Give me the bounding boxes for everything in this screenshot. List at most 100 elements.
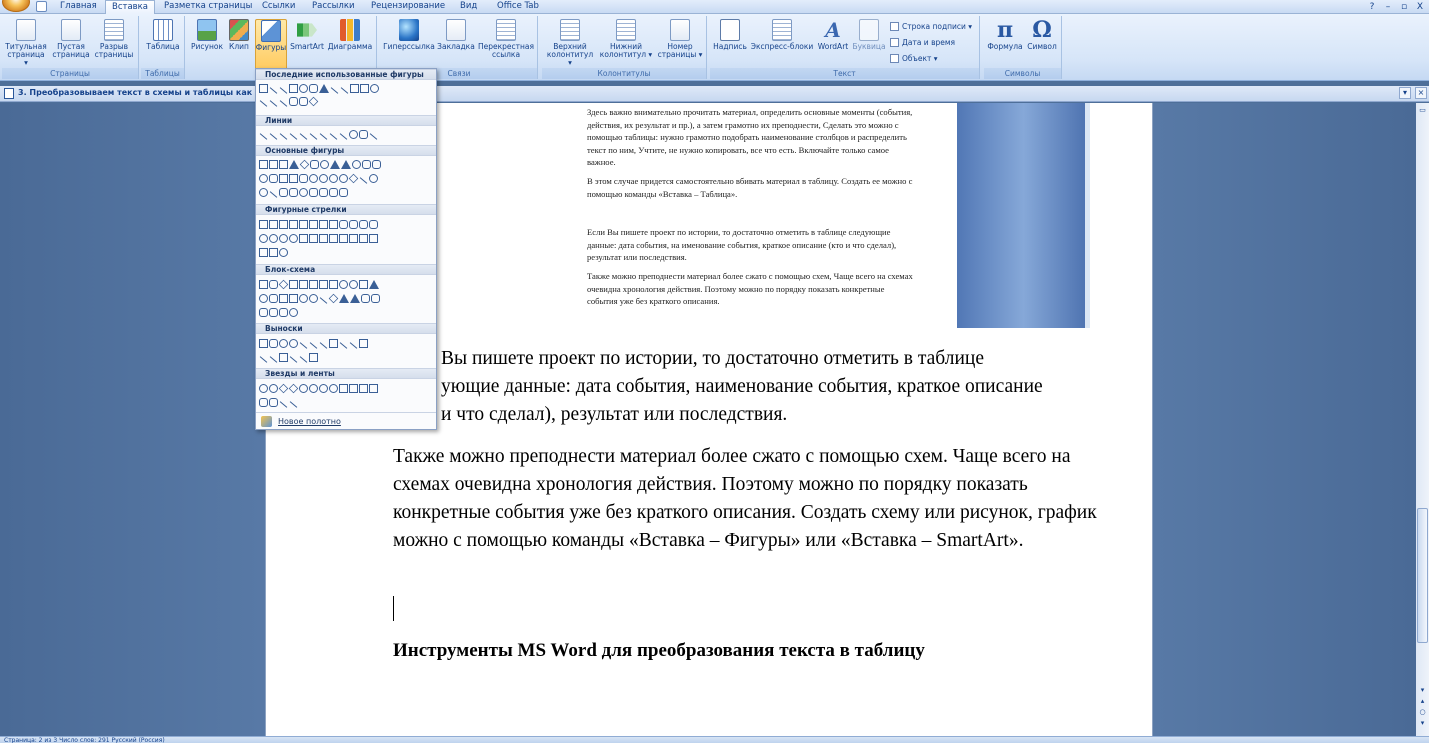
parallelogram-shape-icon[interactable] xyxy=(279,160,288,169)
bracket-pair-shape-icon[interactable] xyxy=(279,188,288,197)
plaque-shape-icon[interactable] xyxy=(299,188,308,197)
restore-icon[interactable]: ▫ xyxy=(1399,2,1409,12)
hexagon-shape-icon[interactable] xyxy=(352,160,361,169)
up-arrow-shape-icon[interactable] xyxy=(279,220,288,229)
notched-right-arrow-shape-icon[interactable] xyxy=(309,234,318,243)
elbow-double-arrow-shape-icon[interactable] xyxy=(309,133,318,140)
flowchart-decision-shape-icon[interactable] xyxy=(278,279,289,290)
textbox-shape-icon[interactable] xyxy=(259,160,268,169)
brace-pair-shape-icon[interactable] xyxy=(289,188,298,197)
line-callout-2-no-border-shape-icon[interactable] xyxy=(259,356,268,363)
oval-callout-shape-icon[interactable] xyxy=(279,339,288,348)
arrow-shape-icon[interactable] xyxy=(279,87,288,94)
24-point-star-shape-icon[interactable] xyxy=(319,384,328,393)
triangle-shape-icon[interactable] xyxy=(330,160,340,169)
flowchart-process-shape-icon[interactable] xyxy=(259,280,268,289)
tab-review[interactable]: Рецензирование xyxy=(365,0,451,14)
right-triangle-shape-icon[interactable] xyxy=(341,160,351,169)
explosion-2-shape-icon[interactable] xyxy=(269,384,278,393)
left-right-arrow-shape-icon[interactable] xyxy=(299,220,308,229)
lightning-shape-icon[interactable] xyxy=(359,177,368,184)
curved-up-ribbon-shape-icon[interactable] xyxy=(359,384,368,393)
can-shape-icon[interactable] xyxy=(269,174,278,183)
flowchart-extract-shape-icon[interactable] xyxy=(339,294,349,303)
line-callout-2-border-and-accent-bar-shape-icon[interactable] xyxy=(289,356,298,363)
flowchart-document-shape-icon[interactable] xyxy=(319,280,328,289)
shapes-button[interactable]: Фигуры xyxy=(255,19,287,75)
up-ribbon-shape-icon[interactable] xyxy=(339,384,348,393)
down-arrow-callout-shape-icon[interactable] xyxy=(349,234,358,243)
right-arrow-shape-icon[interactable] xyxy=(350,84,359,93)
rectangular-callout-shape-icon[interactable] xyxy=(259,339,268,348)
block-arc-shape-icon[interactable] xyxy=(339,174,348,183)
document-tab[interactable]: 3. Преобразовываем текст в схемы и табли… xyxy=(18,88,252,97)
freeform-shape-icon[interactable] xyxy=(359,130,368,139)
left-right-arrow-callout-shape-icon[interactable] xyxy=(359,234,368,243)
32-point-star-shape-icon[interactable] xyxy=(329,384,338,393)
signature-line-button[interactable]: Строка подписи ▾ xyxy=(890,22,972,31)
right-bracket-shape-icon[interactable] xyxy=(319,188,328,197)
oval-shape-icon[interactable] xyxy=(299,84,308,93)
no-symbol-shape-icon[interactable] xyxy=(329,174,338,183)
down-arrow-shape-icon[interactable] xyxy=(360,84,369,93)
line-callout-3-border-and-accent-bar-shape-icon[interactable] xyxy=(299,356,308,363)
footer-button[interactable]: Нижний колонтитул ▾ xyxy=(598,19,654,59)
line-callout-1-accent-bar-shape-icon[interactable] xyxy=(329,339,338,348)
help-icon[interactable]: ? xyxy=(1367,2,1377,12)
double-arrow-shape-icon[interactable] xyxy=(279,133,288,140)
flowchart-terminator-shape-icon[interactable] xyxy=(339,280,348,289)
sun-shape-icon[interactable] xyxy=(369,174,378,183)
curved-down-ribbon-shape-icon[interactable] xyxy=(369,384,378,393)
pentagon-arrow-shape-icon[interactable] xyxy=(319,234,328,243)
right-brace-shape-icon[interactable] xyxy=(299,97,308,106)
rectangle-shape-icon[interactable] xyxy=(289,84,298,93)
vertical-scroll-shape-icon[interactable] xyxy=(259,398,268,407)
flowchart-collate-shape-icon[interactable] xyxy=(319,297,328,304)
left-brace-shape-icon[interactable] xyxy=(329,188,338,197)
diamond-shape-icon[interactable] xyxy=(299,159,310,170)
bent-arrow-shape-icon[interactable] xyxy=(339,220,348,229)
plus-shape-icon[interactable] xyxy=(372,160,381,169)
circular-arrow-shape-icon[interactable] xyxy=(279,248,288,257)
flowchart-offpage-connector-shape-icon[interactable] xyxy=(269,294,278,303)
flowchart-internal-storage-shape-icon[interactable] xyxy=(309,280,318,289)
flowchart-merge-shape-icon[interactable] xyxy=(350,294,360,303)
arrow-shape-icon[interactable] xyxy=(269,133,278,140)
line-shape-icon[interactable] xyxy=(279,100,288,107)
elbow-arrow-shape-icon[interactable] xyxy=(299,133,308,140)
flowchart-alternate-process-shape-icon[interactable] xyxy=(269,280,278,289)
16-point-star-shape-icon[interactable] xyxy=(309,384,318,393)
quick-access-save-icon[interactable] xyxy=(36,1,47,12)
bent-up-arrow-shape-icon[interactable] xyxy=(369,220,378,229)
triangle-shape-icon[interactable] xyxy=(319,84,329,93)
textbox-shape-icon[interactable] xyxy=(259,84,268,93)
tab-view[interactable]: Вид xyxy=(454,0,483,14)
smiley-shape-icon[interactable] xyxy=(309,174,318,183)
tab-references[interactable]: Ссылки xyxy=(256,0,301,14)
cloud-callout-shape-icon[interactable] xyxy=(289,339,298,348)
quad-arrow-callout-shape-icon[interactable] xyxy=(259,248,268,257)
table-button[interactable]: Таблица xyxy=(144,19,182,51)
elbow-connector-shape-icon[interactable] xyxy=(330,87,339,94)
curved-up-arrow-shape-icon[interactable] xyxy=(279,234,288,243)
ruler-toggle-icon[interactable]: ▭ xyxy=(1416,106,1429,116)
bookmark-button[interactable]: Закладка xyxy=(437,19,475,51)
curved-connector-shape-icon[interactable] xyxy=(319,133,328,140)
previous-page-icon[interactable]: ▴ xyxy=(1416,697,1429,707)
oval-shape-icon[interactable] xyxy=(320,160,329,169)
flowchart-manual-operation-shape-icon[interactable] xyxy=(369,280,379,289)
flowchart-sequential-storage-shape-icon[interactable] xyxy=(259,308,268,317)
line-shape-icon[interactable] xyxy=(259,133,268,140)
line-callout-4-shape-icon[interactable] xyxy=(309,353,318,362)
cross-reference-button[interactable]: Перекрестная ссылка xyxy=(478,19,534,59)
octagon-shape-icon[interactable] xyxy=(310,160,319,169)
browse-object-icon[interactable]: ○ xyxy=(1416,708,1429,718)
cover-page-button[interactable]: Титульная страница ▾ xyxy=(5,19,47,67)
flowchart-direct-access-storage-shape-icon[interactable] xyxy=(279,308,288,317)
line-callout-3-shape-icon[interactable] xyxy=(319,342,328,349)
up-arrow-callout-shape-icon[interactable] xyxy=(369,234,378,243)
explosion-1-shape-icon[interactable] xyxy=(259,384,268,393)
heart-shape-icon[interactable] xyxy=(348,173,359,184)
line-callout-1-shape-icon[interactable] xyxy=(299,342,308,349)
line-shape-icon[interactable] xyxy=(269,87,278,94)
